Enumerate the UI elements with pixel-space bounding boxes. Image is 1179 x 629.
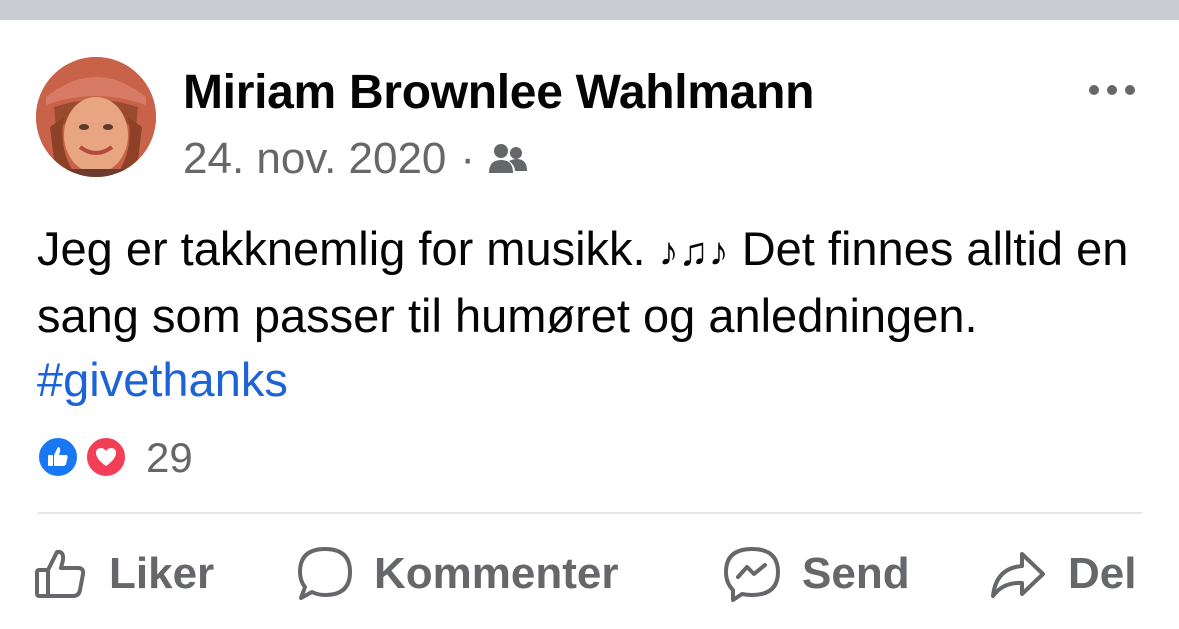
actions-divider [37, 512, 1142, 514]
reaction-count: 29 [146, 434, 193, 481]
post-card: Miriam Brownlee Wahlmann 24. nov. 2020 ·… [0, 20, 1179, 629]
friends-icon[interactable] [487, 140, 529, 178]
post-text: Jeg er takknemlig for musikk. ♪♫♪ Det fi… [37, 217, 1137, 412]
reaction-icons [36, 433, 134, 481]
send-button[interactable]: Send [722, 542, 910, 606]
share-arrow-icon [991, 552, 1045, 598]
more-dots-icon [1089, 85, 1135, 95]
love-reaction-icon [84, 435, 128, 479]
send-label: Send [802, 549, 910, 598]
thumbs-up-icon [35, 549, 86, 598]
music-notes-emoji: ♪♫♪ [658, 230, 729, 274]
more-options-button[interactable] [1082, 78, 1142, 102]
avatar[interactable] [36, 57, 156, 177]
messenger-icon [724, 547, 780, 602]
hashtag-link[interactable]: #givethanks [37, 353, 288, 406]
comment-icon [298, 547, 352, 600]
post-date[interactable]: 24. nov. 2020 [183, 134, 446, 184]
post-text-part1: Jeg er takknemlig for musikk. [37, 222, 659, 275]
meta-separator: · [460, 134, 476, 183]
like-label: Liker [109, 549, 215, 598]
share-button[interactable]: Del [988, 542, 1136, 606]
comment-label: Kommenter [374, 549, 619, 598]
post-meta: 24. nov. 2020 · [183, 134, 529, 184]
post-actions: Liker Kommenter Send Del [0, 542, 1179, 606]
reactions-summary[interactable]: 29 [36, 432, 193, 482]
share-label: Del [1068, 549, 1137, 598]
like-button[interactable]: Liker [33, 542, 214, 606]
avatar-photo [36, 57, 156, 177]
author-name[interactable]: Miriam Brownlee Wahlmann [183, 65, 814, 120]
like-reaction-icon [36, 435, 80, 479]
feed-separator-strip [0, 0, 1179, 20]
comment-button[interactable]: Kommenter [296, 542, 619, 606]
